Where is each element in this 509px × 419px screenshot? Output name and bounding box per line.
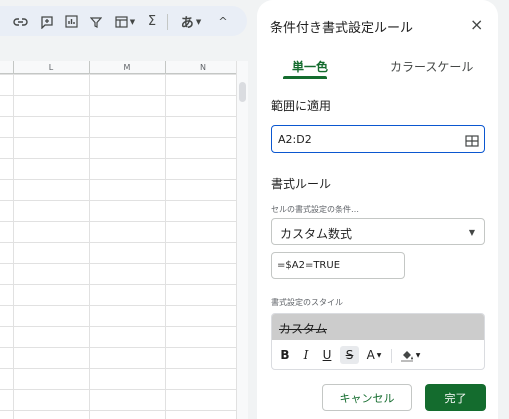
style-preview[interactable]: カスタム [272,314,484,340]
preview-text: カスタム [279,322,328,336]
strikethrough-button[interactable]: S [340,346,359,364]
spreadsheet-area: ▼ Σ あ ▼ ^ L M N [0,0,250,419]
done-button[interactable]: 完了 [425,384,486,411]
custom-formula-input[interactable]: =$A2=TRUE [271,252,405,279]
close-icon[interactable]: × [470,15,483,34]
functions-icon[interactable]: Σ [145,13,159,30]
range-value[interactable]: A2:D2 [278,133,312,146]
text-color-button[interactable]: A ▼ [362,346,386,364]
cell-grid[interactable] [0,61,236,419]
tab-color-scale[interactable]: カラースケール [390,58,473,75]
input-tools-glyph: あ [180,16,194,31]
toolbar: ▼ Σ あ ▼ ^ [0,6,247,36]
select-range-icon[interactable] [465,132,479,151]
fill-color-button[interactable]: ▼ [396,346,424,364]
panel-title: 条件付き書式設定ルール [270,21,414,36]
underline-button[interactable]: U [319,346,335,364]
tab-selected-indicator [283,76,327,79]
column-header-n[interactable]: N [165,63,241,72]
condition-value: カスタム数式 [280,227,353,241]
format-style-label: 書式設定のスタイル [271,298,343,307]
add-comment-icon[interactable] [39,13,55,30]
paint-bucket-icon [400,351,413,362]
column-header-row: L M N [0,61,236,74]
formula-value[interactable]: =$A2=TRUE [277,260,340,271]
scrollbar-thumb[interactable] [239,82,246,102]
collapse-chevron-icon[interactable]: ^ [216,13,230,30]
filter-icon[interactable] [89,13,103,30]
column-header-l[interactable]: L [13,63,89,72]
condition-dropdown[interactable]: カスタム数式 ▼ [271,218,485,245]
range-input[interactable]: A2:D2 [271,125,485,153]
text-color-glyph: A [366,348,375,362]
insert-chart-icon[interactable] [63,13,79,30]
format-divider [391,349,392,363]
conditional-format-panel: 条件付き書式設定ルール × 単一色 カラースケール 範囲に適用 A2:D2 書式… [257,0,498,419]
vertical-scrollbar[interactable] [236,61,248,419]
dropdown-arrow-icon: ▼ [468,228,475,237]
filter-views-icon[interactable]: ▼ [111,13,139,30]
toolbar-divider [167,14,168,30]
link-icon[interactable] [12,13,28,30]
range-label: 範囲に適用 [271,99,332,113]
tab-single-color[interactable]: 単一色 [292,58,328,75]
input-tools-icon[interactable]: あ ▼ [176,13,206,31]
column-header-m[interactable]: M [89,63,165,72]
condition-label: セルの書式設定の条件… [271,205,359,214]
format-style-box: カスタム B I U S A ▼ ▼ [271,313,485,370]
cancel-button[interactable]: キャンセル [322,384,412,411]
italic-button[interactable]: I [298,346,314,364]
bold-button[interactable]: B [277,346,293,364]
format-rules-heading: 書式ルール [271,177,332,191]
